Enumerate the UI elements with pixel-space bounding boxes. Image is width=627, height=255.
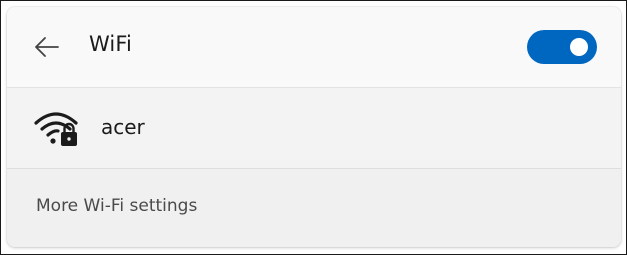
arrow-left-icon xyxy=(35,37,59,57)
wifi-secured-icon xyxy=(34,112,78,146)
wifi-header: WiFi xyxy=(7,7,621,88)
wifi-flyout-panel: WiFi acer More Wi-Fi settings xyxy=(7,7,621,247)
back-button[interactable] xyxy=(33,35,61,59)
page-title: WiFi xyxy=(89,32,132,56)
more-wifi-settings-link[interactable]: More Wi-Fi settings xyxy=(7,169,621,247)
wifi-toggle[interactable] xyxy=(527,30,597,64)
toggle-knob xyxy=(570,38,588,56)
network-item-acer[interactable]: acer xyxy=(7,88,621,169)
window-frame: WiFi acer More Wi-Fi settings xyxy=(0,0,627,255)
network-name: acer xyxy=(101,115,145,139)
more-wifi-settings-label: More Wi-Fi settings xyxy=(36,196,198,216)
